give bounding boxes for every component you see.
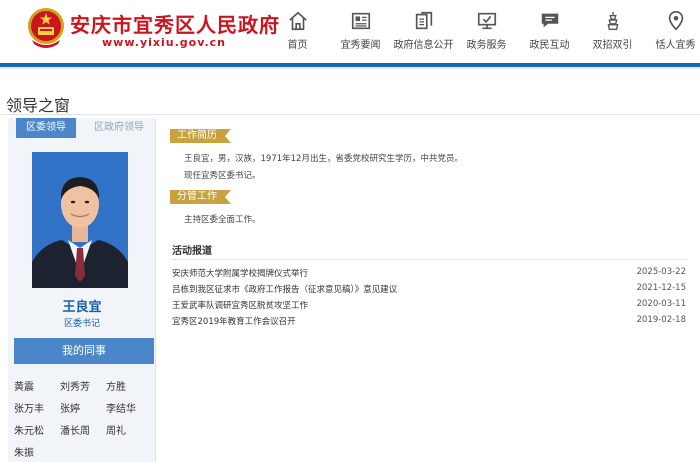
responsibilities-badge: 分管工作 [170,190,231,204]
colleague-link[interactable]: 潘长周 [60,422,90,437]
activity-date: 2021-12-15 [636,283,686,293]
site-url[interactable]: www.yixiu.gov.cn [102,36,226,49]
nav-item-services[interactable]: 政务服务 [455,8,518,51]
tab-district-government[interactable]: 区政府领导 [82,118,156,138]
tower-icon [607,11,618,30]
nav-label: 双招双引 [592,40,633,51]
title-divider [0,114,700,115]
leader-portrait [32,152,128,288]
colleague-link[interactable]: 黄震 [14,378,34,393]
colleague-link[interactable]: 刘秀芳 [60,378,90,393]
current-position-text: 现任宜秀区委书记。 [184,171,261,181]
nav-item-livable[interactable]: 恬人宜秀 [644,8,700,51]
monitor-icon [477,12,496,30]
activity-date: 2020-03-11 [636,299,686,309]
page-title: 领导之窗 [6,96,71,115]
nav-item-gov-info[interactable]: 政府信息公开 [392,8,455,51]
home-icon [288,11,307,31]
national-emblem-icon[interactable] [26,6,66,50]
nav-label: 恬人宜秀 [655,40,696,51]
leader-tabs: 区委领导 区政府领导 [8,118,156,138]
activity-item[interactable]: 王爱武率队调研宜秀区脱贫攻坚工作 2020-03-11 [172,299,686,313]
colleague-link[interactable]: 朱振 [14,444,34,459]
panel-divider [155,118,156,462]
leader-position: 区委书记 [63,319,100,329]
newspaper-icon [351,12,370,30]
responsibilities-text: 主持区委全面工作。 [184,215,261,225]
activity-title[interactable]: 宜秀区2019年教育工作会议召开 [172,315,296,329]
activity-title[interactable]: 吕栋到我区征求市《政府工作报告（征求意见稿）》意见建议 [172,283,397,297]
site-title[interactable]: 安庆市宜秀区人民政府 [70,9,280,38]
nav-label: 政务服务 [466,40,507,51]
activities-title: 活动报道 [172,246,212,257]
main-nav: 首页 宜秀要闻 政府信息公开 政务服务 政民互动 双招双引 恬人宜秀 [266,8,700,51]
colleague-link[interactable]: 方胜 [106,378,126,393]
activity-date: 2025-03-22 [636,267,686,277]
activity-item[interactable]: 安庆师范大学附属学校揭牌仪式举行 2025-03-22 [172,267,686,281]
location-pin-icon [668,11,683,31]
tab-district-committee[interactable]: 区委领导 [16,118,76,138]
colleague-link[interactable]: 张万丰 [14,400,44,415]
nav-label: 宜秀要闻 [340,40,381,51]
work-history-text: 王良宜，男，汉族，1971年12月出生，省委党校研究生学历，中共党员。 [184,154,463,164]
work-history-badge: 工作简历 [170,129,231,143]
colleague-link[interactable]: 朱元松 [14,422,44,437]
nav-label: 政民互动 [529,40,570,51]
leader-name: 王良宜 [62,300,102,315]
chat-icon [541,13,558,28]
nav-label: 政府信息公开 [393,40,454,51]
activity-date: 2019-02-18 [636,315,686,325]
nav-item-news[interactable]: 宜秀要闻 [329,8,392,51]
colleagues-header: 我的同事 [14,338,154,364]
colleague-link[interactable]: 张婷 [60,400,80,415]
activity-title[interactable]: 王爱武率队调研宜秀区脱贫攻坚工作 [172,299,308,313]
header-divider-line [0,67,700,69]
document-icon [415,11,432,30]
activity-title[interactable]: 安庆师范大学附属学校揭牌仪式举行 [172,267,308,281]
nav-item-investment[interactable]: 双招双引 [581,8,644,51]
nav-item-interaction[interactable]: 政民互动 [518,8,581,51]
nav-item-home[interactable]: 首页 [266,8,329,51]
activity-item[interactable]: 吕栋到我区征求市《政府工作报告（征求意见稿）》意见建议 2021-12-15 [172,283,686,297]
site-header: 安庆市宜秀区人民政府 www.yixiu.gov.cn 首页 宜秀要闻 政府信息… [0,0,700,64]
activities-divider [172,259,688,260]
activity-item[interactable]: 宜秀区2019年教育工作会议召开 2019-02-18 [172,315,686,329]
colleague-link[interactable]: 周礼 [106,422,126,437]
nav-label: 首页 [287,40,308,51]
colleague-link[interactable]: 李结华 [106,400,136,415]
